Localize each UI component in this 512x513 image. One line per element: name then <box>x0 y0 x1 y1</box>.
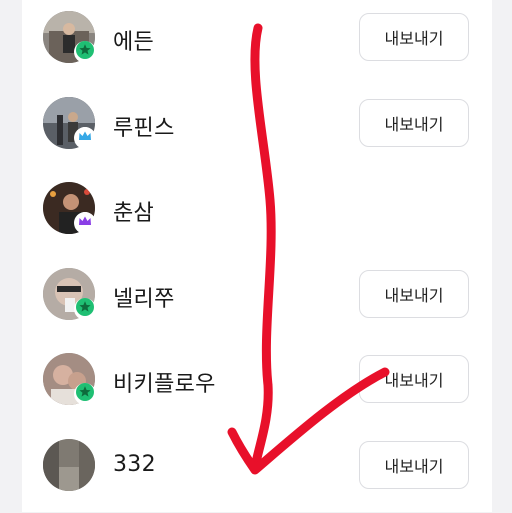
member-row: 춘삼 <box>22 171 492 257</box>
export-button[interactable]: 내보내기 <box>359 13 469 61</box>
member-name: 에든 <box>113 24 154 56</box>
member-badge <box>74 212 96 234</box>
member-badge <box>74 298 96 320</box>
purple-crown-icon <box>76 212 94 234</box>
blue-crown-icon <box>76 127 94 149</box>
green-star-icon <box>76 383 94 405</box>
green-star-icon <box>76 41 94 63</box>
member-list: 에든 내보내기 루핀스 내보내기 <box>22 0 492 513</box>
export-button[interactable]: 내보내기 <box>359 355 469 403</box>
member-row: 에든 내보내기 <box>22 0 492 86</box>
export-button[interactable]: 내보내기 <box>359 99 469 147</box>
member-list-panel: 에든 내보내기 루핀스 내보내기 <box>22 0 492 512</box>
avatar[interactable] <box>43 439 95 491</box>
export-button[interactable]: 내보내기 <box>359 441 469 489</box>
member-row: 넬리쭈 내보내기 <box>22 257 492 343</box>
member-name: 넬리쭈 <box>113 281 175 313</box>
export-button[interactable]: 내보내기 <box>359 270 469 318</box>
green-star-icon <box>76 298 94 320</box>
member-badge <box>74 41 96 63</box>
member-name: 비키플로우 <box>113 366 216 398</box>
member-row: 루핀스 내보내기 <box>22 86 492 172</box>
member-badge <box>74 127 96 149</box>
member-name: 332 <box>113 452 156 477</box>
member-row: 332 내보내기 <box>22 428 492 513</box>
member-name: 루핀스 <box>113 110 175 142</box>
member-badge <box>74 383 96 405</box>
member-name: 춘삼 <box>113 195 154 227</box>
member-row: 비키플로우 내보내기 <box>22 342 492 428</box>
